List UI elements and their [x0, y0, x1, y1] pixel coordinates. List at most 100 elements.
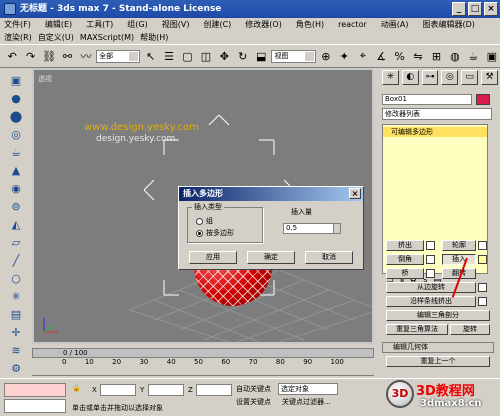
extrude-spline-settings-checkbox[interactable] [478, 297, 487, 306]
extrude-button[interactable]: 挤出 [386, 240, 424, 251]
utilities-tab-icon[interactable]: ⚒ [481, 70, 498, 85]
menu-maxscript[interactable]: MAXScript(M) [80, 32, 134, 44]
inset-settings-checkbox[interactable] [478, 255, 487, 264]
hinge-settings-checkbox[interactable] [478, 283, 487, 292]
extrude-along-spline-button[interactable]: 沿样条线挤出 [386, 296, 476, 307]
create-systems-icon[interactable]: ⚙ [6, 360, 26, 376]
quick-render-icon[interactable]: ▣ [484, 47, 500, 65]
ok-button[interactable]: 确定 [247, 251, 295, 264]
create-tab-icon[interactable]: ✳ [382, 70, 399, 85]
modifier-list-dropdown[interactable]: 修改器列表 [382, 108, 492, 120]
select-scale-icon[interactable]: ⬓ [253, 47, 269, 65]
inset-button[interactable]: 插入 [442, 254, 476, 265]
menu-group[interactable]: 组(G) [127, 18, 147, 32]
track-bar[interactable]: 0 10 20 30 40 50 60 70 80 90 100 [32, 358, 374, 376]
menu-modifiers[interactable]: 修改器(O) [245, 18, 282, 32]
select-by-name-icon[interactable]: ☰ [161, 47, 177, 65]
create-camera-icon[interactable]: ▤ [6, 306, 26, 322]
create-cone-icon[interactable]: ▲ [6, 162, 26, 178]
create-sphere-icon[interactable]: ● [6, 90, 26, 106]
hinge-from-edge-button[interactable]: 从边旋转 [386, 282, 476, 293]
menu-animation[interactable]: 动画(A) [381, 18, 409, 32]
modify-tab-icon[interactable]: ◐ [401, 70, 419, 85]
menu-tools[interactable]: 工具(T) [86, 18, 113, 32]
create-cylinder-icon[interactable]: ⬤ [6, 108, 26, 124]
create-line-icon[interactable]: ╱ [6, 252, 26, 268]
minimize-button[interactable]: _ [452, 2, 466, 16]
close-button[interactable]: × [484, 2, 498, 16]
inset-amount-spinner[interactable]: 0.5 [283, 223, 341, 234]
create-light-icon[interactable]: ✳ [6, 288, 26, 304]
dialog-close-button[interactable]: × [349, 188, 361, 199]
stack-item-editable-poly[interactable]: 可编辑多边形 [383, 127, 487, 137]
bevel-settings-checkbox[interactable] [426, 255, 435, 264]
create-tube-icon[interactable]: ⊚ [6, 198, 26, 214]
key-filters-button[interactable]: 关键点过滤器... [282, 397, 331, 407]
pivot-center-icon[interactable]: ⊕ [318, 47, 334, 65]
radio-group-dot[interactable] [196, 217, 203, 225]
create-box-icon[interactable]: ▣ [6, 72, 26, 88]
rectangular-selection-icon[interactable]: ▢ [179, 47, 195, 65]
unlink-icon[interactable]: ⚯ [59, 47, 75, 65]
turn-button[interactable]: 旋转 [450, 324, 490, 335]
align-icon[interactable]: ⊞ [428, 47, 444, 65]
maxscript-listener-white[interactable] [4, 399, 66, 413]
viewport-label[interactable]: 透视 [38, 74, 52, 84]
link-icon[interactable]: ⛓ [41, 47, 57, 65]
maximize-button[interactable]: □ [468, 2, 482, 16]
display-tab-icon[interactable]: ▭ [461, 70, 479, 85]
menu-edit[interactable]: 编辑(E) [45, 18, 72, 32]
snaps-toggle-icon[interactable]: ⌖ [355, 47, 371, 65]
render-scene-icon[interactable]: ☕ [465, 47, 481, 65]
motion-tab-icon[interactable]: ◎ [441, 70, 459, 85]
selection-filter-dropdown[interactable]: 全部 [96, 49, 141, 63]
angle-snap-icon[interactable]: ∡ [373, 47, 389, 65]
create-circle-icon[interactable]: ○ [6, 270, 26, 286]
time-slider[interactable]: 0 / 100 [32, 348, 374, 358]
selected-dropdown[interactable]: 选定对象 [278, 383, 338, 395]
outline-settings-checkbox[interactable] [478, 241, 487, 250]
repeat-last-button[interactable]: 重复上一个 [386, 356, 490, 367]
radio-group[interactable]: 组 [196, 216, 213, 226]
auto-key-button[interactable]: 自动关键点 [236, 384, 271, 394]
bind-spacewarp-icon[interactable]: 〰 [78, 47, 94, 65]
set-key-button[interactable]: 设置关键点 [236, 397, 271, 407]
material-editor-icon[interactable]: ◍ [447, 47, 463, 65]
menu-help[interactable]: 帮助(H) [140, 32, 168, 44]
apply-button[interactable]: 应用 [189, 251, 237, 264]
menu-customize[interactable]: 自定义(U) [38, 32, 74, 44]
create-pyramid-icon[interactable]: ◭ [6, 216, 26, 232]
menu-rendering[interactable]: 渲染(R) [4, 32, 32, 44]
redo-icon[interactable]: ↷ [22, 47, 38, 65]
outline-button[interactable]: 轮廓 [442, 240, 476, 251]
object-color-swatch[interactable] [476, 94, 490, 105]
select-move-icon[interactable]: ✥ [216, 47, 232, 65]
select-object-icon[interactable]: ↖ [142, 47, 158, 65]
bevel-button[interactable]: 倒角 [386, 254, 424, 265]
y-coordinate-field[interactable] [148, 384, 184, 396]
edit-geometry-rollout[interactable]: 编辑几何体 [382, 342, 494, 353]
menu-reactor[interactable]: reactor [338, 18, 367, 32]
create-teapot-icon[interactable]: ☕ [6, 144, 26, 160]
menu-character[interactable]: 角色(H) [296, 18, 324, 32]
percent-snap-icon[interactable]: % [391, 47, 407, 65]
create-geosphere-icon[interactable]: ◉ [6, 180, 26, 196]
select-rotate-icon[interactable]: ↻ [235, 47, 251, 65]
edit-triangulation-button[interactable]: 编辑三角剖分 [386, 310, 490, 321]
menu-file[interactable]: 文件(F) [4, 18, 31, 32]
undo-icon[interactable]: ↶ [4, 47, 20, 65]
create-helper-icon[interactable]: ✛ [6, 324, 26, 340]
cancel-button[interactable]: 取消 [305, 251, 353, 264]
extrude-settings-checkbox[interactable] [426, 241, 435, 250]
reference-coordinate-dropdown[interactable]: 视图 [271, 49, 316, 63]
create-spacewarp-icon[interactable]: ≋ [6, 342, 26, 358]
maxscript-listener-pink[interactable] [4, 383, 66, 397]
hierarchy-tab-icon[interactable]: ⊶ [421, 70, 439, 85]
object-name-field[interactable]: Box01 [382, 94, 472, 105]
bridge-settings-checkbox[interactable] [426, 269, 435, 278]
z-coordinate-field[interactable] [196, 384, 232, 396]
radio-by-polygon-dot[interactable] [196, 229, 203, 237]
x-coordinate-field[interactable] [100, 384, 136, 396]
manipulate-icon[interactable]: ✦ [336, 47, 352, 65]
window-crossing-icon[interactable]: ◫ [198, 47, 214, 65]
